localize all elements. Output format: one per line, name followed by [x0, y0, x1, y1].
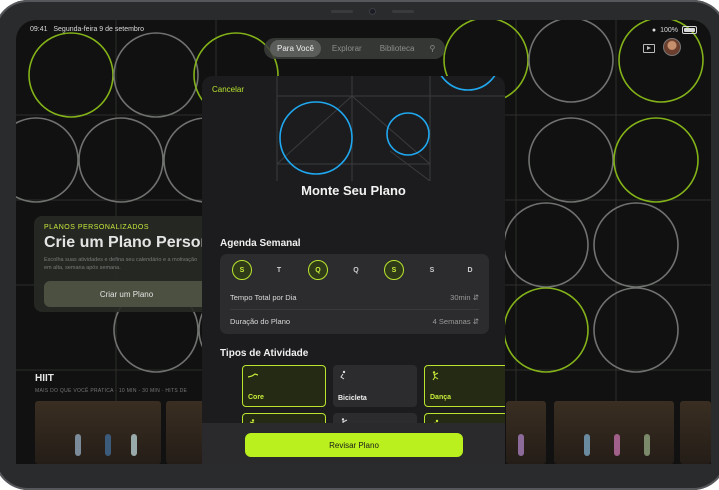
activity-tile-bicicleta[interactable]: Bicicleta: [333, 365, 417, 407]
plan-duration-label: Duração do Plano: [230, 316, 291, 326]
weekly-schedule-card: S T Q Q S S D Tempo Total por Dia 30min …: [220, 254, 489, 334]
build-plan-sheet: Cancelar Monte Seu Plano Agenda Semanal …: [202, 76, 505, 464]
wifi-icon: ●: [651, 26, 657, 34]
status-bar: 09:41 Segunda-feira 9 de setembro ● 100%: [30, 26, 697, 38]
tab-para-voce[interactable]: Para Você: [270, 40, 321, 57]
activity-label: Core: [248, 394, 264, 401]
sheet-title: Monte Seu Plano: [301, 183, 406, 198]
workout-thumbnail[interactable]: [166, 401, 206, 464]
core-icon: [248, 373, 258, 378]
hiit-section-subtitle: MAIS DO QUE VOCÊ PRATICA · 10 MIN - 30 M…: [35, 388, 188, 394]
review-plan-button[interactable]: Revisar Plano: [245, 433, 463, 457]
day-toggle[interactable]: D: [460, 260, 480, 280]
day-toggle[interactable]: S: [384, 260, 404, 280]
daily-time-label: Tempo Total por Dia: [230, 292, 297, 302]
plan-hero-graphic: [276, 76, 505, 181]
day-toggle[interactable]: T: [269, 260, 289, 280]
promo-title: Crie um Plano Person: [44, 234, 211, 251]
day-toggle[interactable]: S: [422, 260, 442, 280]
tab-explorar[interactable]: Explorar: [325, 40, 369, 57]
cancel-button[interactable]: Cancelar: [212, 85, 244, 94]
chevron-updown-icon: ⇵: [472, 316, 479, 326]
front-camera: [370, 9, 375, 14]
daily-time-row[interactable]: Tempo Total por Dia 30min ⇵: [230, 286, 479, 308]
status-date: Segunda-feira 9 de setembro: [53, 26, 145, 33]
activity-tile-danca[interactable]: Dança: [424, 365, 505, 407]
avatar[interactable]: [663, 38, 681, 56]
day-toggle[interactable]: Q: [346, 260, 366, 280]
sensor: [392, 10, 414, 13]
cycling-icon: [340, 370, 346, 380]
workout-thumbnail[interactable]: [35, 401, 161, 464]
weekly-schedule-header: Agenda Semanal: [220, 238, 301, 249]
daily-time-value: 30min: [450, 292, 471, 302]
day-toggle[interactable]: Q: [308, 260, 328, 280]
screen: 09:41 Segunda-feira 9 de setembro ● 100%…: [16, 20, 711, 464]
day-toggle[interactable]: S: [232, 260, 252, 280]
workout-thumbnail[interactable]: [680, 401, 711, 464]
day-picker: S T Q Q S S D: [220, 260, 489, 282]
search-icon[interactable]: ⚲: [425, 44, 439, 53]
plan-duration-row[interactable]: Duração do Plano 4 Semanas ⇵: [230, 310, 479, 332]
workout-thumbnail[interactable]: [554, 401, 674, 464]
workout-thumbnail[interactable]: [506, 401, 546, 464]
tab-biblioteca[interactable]: Biblioteca: [373, 40, 422, 57]
chevron-updown-icon: ⇵: [472, 292, 479, 302]
top-tab-bar: Para Você Explorar Biblioteca ⚲: [264, 38, 446, 59]
sensor: [331, 10, 353, 13]
airplay-icon[interactable]: [643, 44, 655, 53]
promo-eyebrow: PLANOS PERSONALIZADOS: [44, 224, 150, 231]
sheet-footer: Revisar Plano: [202, 423, 505, 464]
plan-duration-value: 4 Semanas: [432, 316, 471, 326]
dance-icon: [432, 371, 439, 381]
activity-label: Dança: [430, 394, 452, 401]
status-time: 09:41: [30, 26, 48, 33]
battery-percent: 100%: [660, 26, 678, 34]
activity-types-header: Tipos de Atividade: [220, 348, 309, 359]
ipad-frame: 09:41 Segunda-feira 9 de setembro ● 100%…: [0, 0, 719, 490]
hiit-section-title: HIIT: [35, 373, 54, 384]
activity-tile-core[interactable]: Core: [242, 365, 326, 407]
create-plan-button[interactable]: Criar um Plano: [44, 281, 209, 307]
promo-description: Escolha suas atividades e defina seu cal…: [44, 257, 198, 271]
activity-label: Bicicleta: [338, 395, 367, 402]
battery-icon: [682, 26, 697, 34]
